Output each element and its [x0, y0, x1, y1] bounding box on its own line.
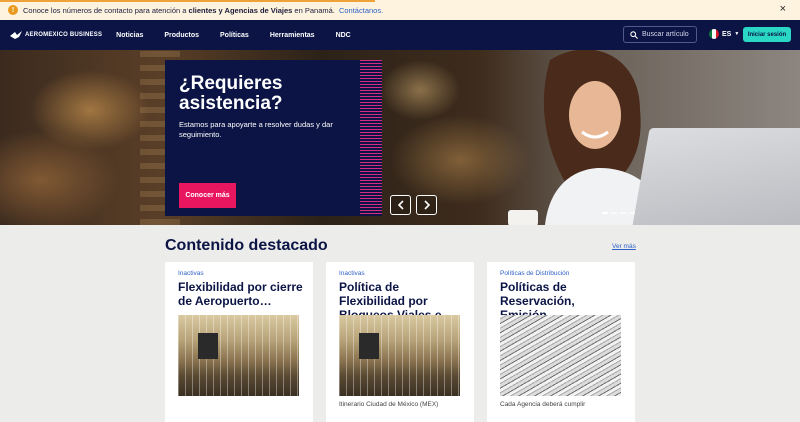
chevron-left-icon — [397, 200, 404, 210]
slide-dot[interactable] — [629, 212, 635, 214]
slide-dot[interactable] — [620, 212, 626, 214]
nav-item-productos[interactable]: Productos — [164, 32, 199, 39]
notice-text-bold: clientes y Agencias de Viajes — [188, 5, 293, 15]
language-label: ES — [722, 30, 732, 38]
stacked-papers-image — [500, 315, 621, 396]
hero-description: Estamos para apoyarte a resolver dudas y… — [179, 120, 333, 139]
hero-photo-laptop — [630, 128, 800, 225]
notice-message: Conoce los números de contacto para aten… — [23, 6, 383, 15]
airport-terminal-image — [339, 315, 460, 396]
see-more-link[interactable]: Ver más — [612, 243, 636, 250]
search-input[interactable]: Buscar artículo — [623, 26, 697, 43]
mexico-flag-icon — [709, 29, 719, 39]
chevron-down-icon: ▼ — [734, 31, 740, 37]
close-icon[interactable]: × — [780, 3, 786, 15]
content-card[interactable]: Inactivas Política de Flexibilidad por B… — [326, 262, 474, 422]
notice-progress — [0, 0, 375, 2]
content-card[interactable]: Inactivas Flexibilidad por cierre de Aer… — [165, 262, 313, 422]
nav-item-herramientas[interactable]: Herramientas — [270, 32, 315, 39]
learn-more-button[interactable]: Conocer más — [179, 183, 236, 208]
notice-bar: ! Conoce los números de contacto para at… — [0, 0, 800, 20]
main-nav: AEROMEXICO BUSINESS Noticias Productos P… — [0, 20, 800, 50]
card-image — [500, 315, 621, 396]
notice-text-after: en Panamá. — [292, 5, 337, 15]
slide-dot[interactable] — [611, 212, 617, 214]
notice-text: Conoce los números de contacto para aten… — [23, 5, 189, 15]
slide-dot[interactable] — [602, 212, 608, 214]
contact-link[interactable]: Contáctanos. — [339, 6, 383, 15]
content-card[interactable]: Políticas de Distribución Políticas de R… — [487, 262, 635, 422]
hero-card: ¿Requieres asistencia? Estamos para apoy… — [165, 60, 382, 216]
decorative-stripes — [360, 60, 382, 216]
hero-photo-cup — [508, 210, 538, 225]
airport-terminal-image — [178, 315, 299, 396]
card-description: Cada Agencia deberá cumplir — [500, 401, 586, 408]
card-image — [178, 315, 299, 396]
info-icon: ! — [8, 5, 18, 15]
language-selector[interactable]: ES ▼ — [709, 29, 739, 39]
chevron-right-icon — [423, 200, 430, 210]
hero-banner: ¿Requieres asistencia? Estamos para apoy… — [0, 50, 800, 225]
card-category: Inactivas — [178, 270, 204, 277]
nav-item-noticias[interactable]: Noticias — [116, 32, 143, 39]
search-placeholder: Buscar artículo — [642, 31, 689, 38]
nav-item-politicas[interactable]: Políticas — [220, 32, 249, 39]
slide-indicators — [602, 212, 638, 214]
search-icon — [630, 30, 638, 39]
hero-title: ¿Requieres asistencia? — [179, 73, 283, 114]
eagle-logo-icon — [10, 30, 22, 39]
card-title[interactable]: Flexibilidad por cierre de Aeropuerto… — [178, 280, 303, 308]
section-title: Contenido destacado — [165, 237, 328, 254]
card-description: Itinerario Ciudad de México (MEX) — [339, 401, 439, 408]
prev-slide-button[interactable] — [390, 195, 411, 215]
card-category: Inactivas — [339, 270, 365, 277]
card-category: Políticas de Distribución — [500, 270, 570, 277]
login-button[interactable]: Iniciar sesión — [743, 27, 791, 42]
card-image — [339, 315, 460, 396]
logo[interactable]: AEROMEXICO BUSINESS — [10, 30, 103, 40]
nav-item-ndc[interactable]: NDC — [336, 32, 351, 39]
nav-menu: Noticias Productos Políticas Herramienta… — [116, 32, 372, 39]
next-slide-button[interactable] — [416, 195, 437, 215]
logo-text: AEROMEXICO BUSINESS — [25, 32, 103, 38]
